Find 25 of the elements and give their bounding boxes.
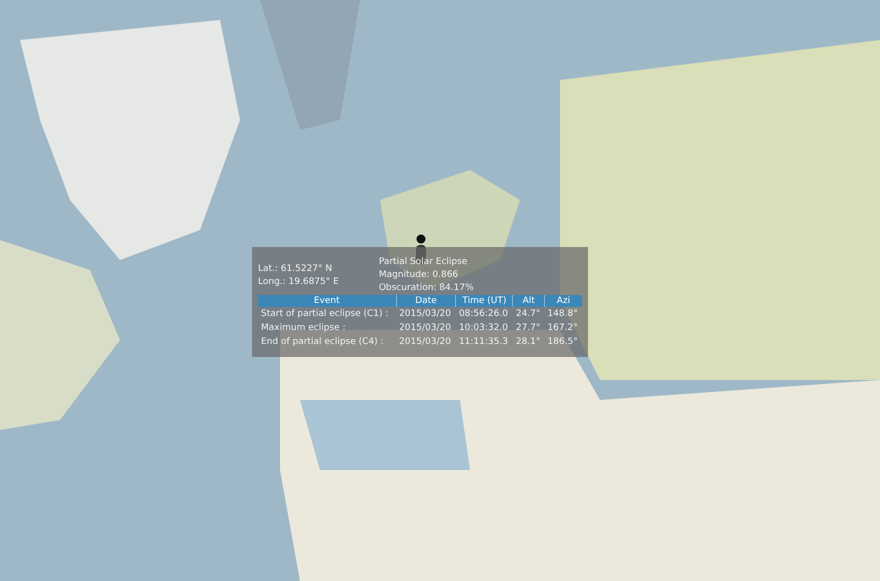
table-cell-text: 27.7°: [514, 322, 542, 335]
column-header: Date: [396, 295, 456, 307]
table-cell-text: 167.2°: [546, 322, 579, 335]
column-header: Azi: [544, 295, 582, 307]
table-cell: 148.8°: [544, 307, 582, 321]
longitude-text: Long.: 19.6875° E: [258, 276, 339, 288]
column-header: Alt: [512, 295, 544, 307]
table-cell-text: 186.5°: [546, 336, 579, 349]
table-cell-text: Maximum eclipse :: [260, 322, 347, 335]
latitude-text: Lat.: 61.5227° N: [258, 263, 334, 275]
eclipse-title: Partial Solar Eclipse: [378, 256, 468, 268]
table-cell: Start of partial eclipse (C1) :: [258, 307, 396, 321]
table-cell-text: 2015/03/20: [398, 336, 452, 349]
table-cell: 2015/03/20: [396, 307, 456, 321]
table-cell-text: 11:11:35.3: [458, 336, 509, 349]
table-cell: 24.7°: [512, 307, 544, 321]
column-header: Time (UT): [456, 295, 513, 307]
obscuration-text: Obscuration: 84.17%: [378, 282, 474, 294]
table-cell: 08:56:26.0: [456, 307, 513, 321]
table-cell-text: 10:03:32.0: [458, 322, 509, 335]
table-cell-text: 28.1°: [514, 336, 542, 349]
column-header: Event: [258, 295, 396, 307]
magnitude-text: Magnitude: 0.866: [378, 269, 460, 281]
table-cell-text: End of partial eclipse (C4) :: [260, 336, 385, 349]
table-cell-text: 2015/03/20: [398, 322, 452, 335]
